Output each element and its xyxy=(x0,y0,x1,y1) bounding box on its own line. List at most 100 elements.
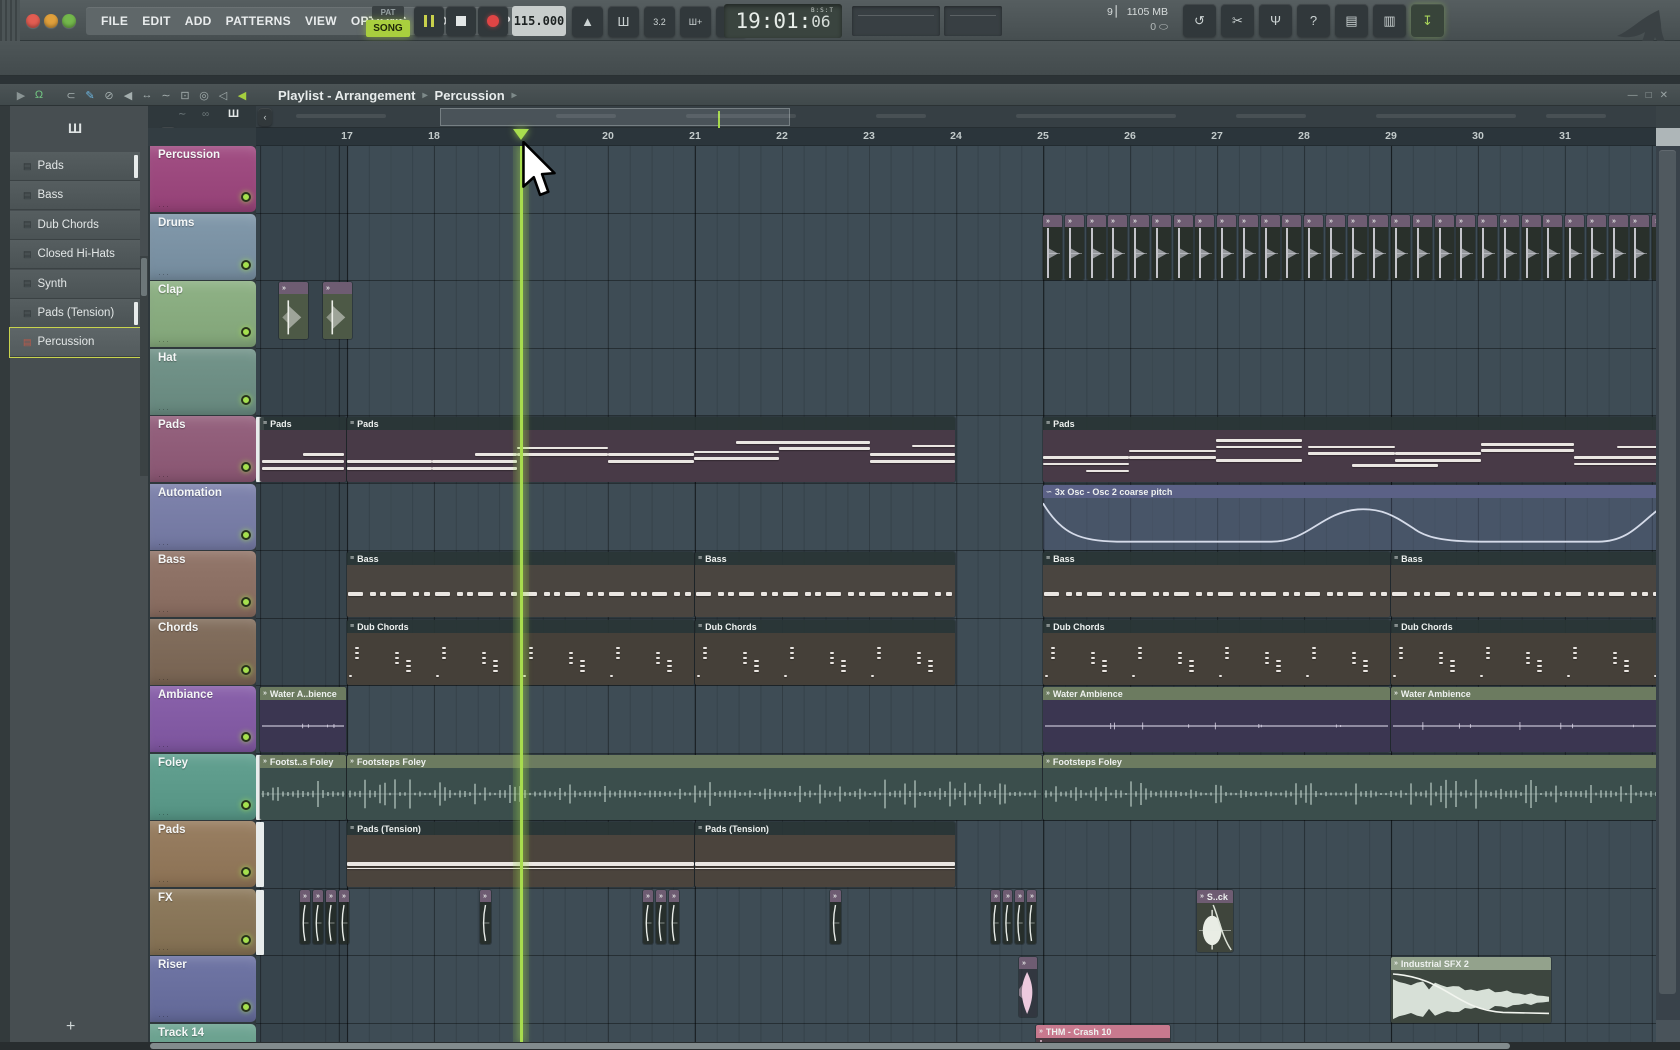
audio-clip-water-a-bience[interactable]: »Water A..bience xyxy=(260,687,346,752)
track-header-riser[interactable]: Riser··· xyxy=(150,956,256,1022)
playlist-row-percussion[interactable] xyxy=(256,146,1656,214)
playlist-navigator[interactable]: ‹ xyxy=(256,106,1656,128)
pattern-clip-dub-chords[interactable]: ≡Dub Chords xyxy=(1043,620,1390,685)
audio-clip[interactable]: » xyxy=(1565,215,1584,280)
audio-clip[interactable]: » xyxy=(669,890,679,944)
track-mute-led[interactable] xyxy=(241,395,251,405)
zoom-traffic-light[interactable] xyxy=(62,14,76,28)
audio-clip[interactable]: » xyxy=(480,890,491,944)
record-button[interactable] xyxy=(478,6,508,36)
audio-clip[interactable]: » xyxy=(1152,215,1171,280)
timeline-ruler[interactable]: 1718202122232425262728293031 xyxy=(256,128,1656,146)
audio-clip[interactable]: » xyxy=(1217,215,1236,280)
pattern-clip-pads-tension-[interactable]: ≡Pads (Tension) xyxy=(695,822,955,887)
minimize-window-button[interactable]: — xyxy=(1628,90,1638,101)
timeline-corner-box[interactable] xyxy=(1656,128,1680,146)
audio-clip-water-ambience[interactable]: »Water Ambience xyxy=(1043,687,1390,752)
pattern-clip-bass[interactable]: ≡Bass xyxy=(1391,552,1656,617)
horizontal-scrollbar[interactable] xyxy=(0,1042,1680,1050)
playlist-row-riser[interactable]: »»Industrial SFX 2 xyxy=(256,956,1656,1024)
audio-clip[interactable]: » xyxy=(1282,215,1301,280)
playlist-row-automation[interactable]: ∽3x Osc - Osc 2 coarse pitch xyxy=(256,484,1656,551)
track-header-hat[interactable]: Hat··· xyxy=(150,349,256,415)
audio-clip[interactable]: » xyxy=(1015,890,1024,944)
zoom-tool-icon[interactable]: ⊡ xyxy=(176,84,194,106)
maximize-window-button[interactable]: □ xyxy=(1646,90,1652,101)
pattern-item-percussion[interactable]: ▤Percussion xyxy=(10,328,140,357)
audio-clip[interactable]: » xyxy=(1087,215,1106,280)
tempo-display[interactable]: 115.000 xyxy=(512,6,566,36)
delete-tool-icon[interactable]: ⊘ xyxy=(100,84,118,106)
audio-clip-s-ck[interactable]: »S..ck xyxy=(1197,890,1233,952)
track-header-chords[interactable]: Chords··· xyxy=(150,619,256,685)
piano-icon[interactable]: Ш xyxy=(68,120,82,136)
playlist-row-foley[interactable]: »Footst..s Foley»Footsteps Foley»Footste… xyxy=(256,754,1656,821)
song-mode-button[interactable]: SONG xyxy=(366,20,410,37)
audio-clip[interactable]: » xyxy=(656,890,666,944)
close-traffic-light[interactable] xyxy=(26,14,40,28)
wave-display-icon[interactable]: ∼ xyxy=(178,109,186,120)
pattern-item-synth[interactable]: ▤Synth xyxy=(10,270,140,299)
track-header-foley[interactable]: Foley··· xyxy=(150,754,256,820)
audio-clip[interactable]: » xyxy=(326,890,336,944)
playlist-row-clap[interactable]: »» xyxy=(256,281,1656,349)
automation-clip-3x-osc-osc-2-coarse-pitch[interactable]: ∽3x Osc - Osc 2 coarse pitch xyxy=(1043,485,1656,550)
track-header-percussion[interactable]: Percussion··· xyxy=(150,146,256,212)
detach-icon[interactable]: ▶ xyxy=(12,84,30,106)
track-mute-led[interactable] xyxy=(241,462,251,472)
playhead-marker[interactable] xyxy=(513,129,529,140)
pattern-item-bass[interactable]: ▤Bass xyxy=(10,181,140,210)
track-header-automation[interactable]: Automation··· xyxy=(150,484,256,550)
audio-clip-industrial-sfx-2[interactable]: »Industrial SFX 2 xyxy=(1391,957,1551,1023)
menu-item-add[interactable]: ADD xyxy=(178,14,219,28)
audio-clip-water-ambience[interactable]: »Water Ambience xyxy=(1391,687,1656,752)
track-mute-led[interactable] xyxy=(241,530,251,540)
audio-clip[interactable]: » xyxy=(1043,215,1062,280)
slice-tool-icon[interactable]: ↔ xyxy=(138,84,156,106)
pattern-clip-bass[interactable]: ≡Bass xyxy=(1043,552,1390,617)
playlist-row-bass[interactable]: ≡Bass≡Bass≡Bass≡Bass xyxy=(256,551,1656,619)
stop-button[interactable] xyxy=(446,6,476,36)
select-tool-icon[interactable]: ∼ xyxy=(157,84,175,106)
track-mute-led[interactable] xyxy=(241,867,251,877)
menu-item-patterns[interactable]: PATTERNS xyxy=(219,14,298,28)
track-header-bass[interactable]: Bass··· xyxy=(150,551,256,617)
audio-clip-thm-crash-10[interactable]: »THM - Crash 10 xyxy=(1036,1025,1170,1042)
link-display-icon[interactable]: ∞ xyxy=(202,109,209,120)
pattern-clip-dub-chords[interactable]: ≡Dub Chords xyxy=(695,620,955,685)
audio-clip[interactable]: » xyxy=(1003,890,1012,944)
minimize-traffic-light[interactable] xyxy=(44,14,58,28)
pattern-item-dub-chords[interactable]: ▤Dub Chords xyxy=(10,211,140,240)
audio-clip[interactable]: » xyxy=(991,890,1000,944)
slip-tool-icon[interactable]: ⊂ xyxy=(62,84,80,106)
audio-clip[interactable]: » xyxy=(1413,215,1432,280)
track-mute-led[interactable] xyxy=(241,800,251,810)
audio-clip[interactable]: » xyxy=(1543,215,1562,280)
audio-clip[interactable]: » xyxy=(1369,215,1388,280)
save-icon[interactable]: ▤ xyxy=(1335,4,1368,37)
track-header-track-14[interactable]: Track 14··· xyxy=(150,1024,256,1042)
audio-clip[interactable]: » xyxy=(1391,215,1410,280)
playlist-row-chords[interactable]: ≡Dub Chords≡Dub Chords≡Dub Chords≡Dub Ch… xyxy=(256,619,1656,686)
playlist-row-hat[interactable] xyxy=(256,349,1656,416)
audio-clip[interactable]: » xyxy=(1304,215,1323,280)
audio-clip[interactable]: » xyxy=(339,890,349,944)
track-header-pads[interactable]: Pads··· xyxy=(150,821,256,887)
audio-clip[interactable]: » xyxy=(1587,215,1606,280)
vertical-scrollbar-thumb[interactable] xyxy=(1659,150,1676,994)
track-mute-led[interactable] xyxy=(241,327,251,337)
metronome-icon[interactable]: ▲ xyxy=(572,6,603,37)
vertical-scrollbar[interactable] xyxy=(1656,146,1680,1042)
audio-clip[interactable]: » xyxy=(1435,215,1454,280)
navigator-back-button[interactable]: ‹ xyxy=(258,108,272,126)
track-header-ambiance[interactable]: Ambiance··· xyxy=(150,686,256,752)
pattern-clip-pads[interactable]: ≡Pads xyxy=(260,417,346,482)
close-window-button[interactable]: ✕ xyxy=(1660,90,1668,101)
help-icon[interactable]: ? xyxy=(1297,4,1330,37)
audio-clip[interactable]: » xyxy=(1261,215,1280,280)
audio-clip[interactable]: » xyxy=(1326,215,1345,280)
pattern-clip-dub-chords[interactable]: ≡Dub Chords xyxy=(1391,620,1656,685)
pattern-list-scrollbar[interactable] xyxy=(140,256,148,476)
pause-button[interactable] xyxy=(414,6,444,36)
preview-speaker-icon[interactable]: ◁ xyxy=(214,84,232,106)
